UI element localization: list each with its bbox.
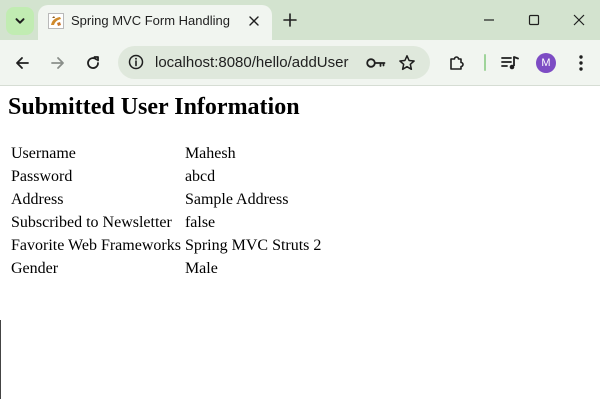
reload-button[interactable]	[81, 51, 105, 75]
field-label: Favorite Web Frameworks	[11, 236, 181, 254]
reload-icon	[87, 56, 99, 69]
profile-avatar[interactable]: M	[536, 53, 556, 73]
page-title: Submitted User Information	[8, 94, 300, 120]
browser-tab[interactable]: Spring MVC Form Handling	[38, 5, 272, 40]
chevron-down-icon	[15, 18, 25, 24]
field-label: Address	[11, 190, 64, 208]
url-text[interactable]: localhost:8080/hello/addUser	[155, 54, 348, 71]
arrow-left-icon	[16, 57, 29, 69]
field-value: Mahesh	[184, 144, 236, 162]
close-icon	[249, 16, 259, 26]
arrow-right-icon	[51, 57, 64, 69]
field-label: Subscribed to Newsletter	[11, 213, 172, 231]
back-button[interactable]	[10, 51, 34, 75]
site-info-button[interactable]	[125, 51, 147, 73]
field-value: abcd	[184, 167, 216, 185]
toolbar-separator	[484, 54, 486, 71]
key-icon	[366, 58, 386, 68]
plus-icon	[283, 13, 297, 27]
table-row: Password abcd	[10, 166, 322, 187]
star-icon	[399, 55, 415, 71]
media-controls-button[interactable]	[498, 51, 522, 75]
tab-strip: Spring MVC Form Handling	[0, 0, 600, 40]
new-tab-button[interactable]	[280, 10, 300, 30]
address-bar[interactable]: localhost:8080/hello/addUser	[118, 46, 430, 79]
tab-search-button[interactable]	[6, 7, 34, 35]
page-viewport: Submitted User Information Username Mahes…	[0, 86, 600, 399]
table-row: Username Mahesh	[10, 143, 322, 164]
puzzle-piece-icon	[450, 56, 464, 70]
field-value: Male	[184, 259, 218, 277]
field-value: Sample Address	[184, 190, 289, 208]
tab-title: Spring MVC Form Handling	[71, 13, 230, 28]
playlist-music-icon	[501, 56, 519, 70]
more-vertical-icon	[579, 55, 583, 71]
minimize-icon	[484, 19, 494, 21]
field-value: false	[184, 213, 216, 231]
info-icon	[128, 54, 144, 70]
browser-menu-button[interactable]	[569, 51, 593, 75]
maximize-button[interactable]	[523, 9, 545, 31]
browser-toolbar: localhost:8080/hello/addUser M	[0, 40, 600, 86]
minimize-button[interactable]	[478, 9, 500, 31]
maximize-icon	[528, 14, 540, 26]
forward-button[interactable]	[46, 51, 70, 75]
table-row: Subscribed to Newsletter false	[10, 212, 322, 233]
close-icon	[573, 14, 585, 26]
field-value: Spring MVC Struts 2	[184, 236, 322, 254]
window-edge	[0, 320, 1, 399]
tab-close-button[interactable]	[245, 12, 263, 30]
table-row: Gender Male	[10, 258, 322, 279]
field-label: Gender	[11, 259, 59, 277]
table-row: Address Sample Address	[10, 189, 322, 210]
user-info-table: Username Mahesh Password abcd Address Sample …	[8, 141, 324, 281]
bookmark-button[interactable]	[396, 52, 418, 74]
table-row: Favorite Web Frameworks Spring MVC Struts…	[10, 235, 322, 256]
tomcat-favicon-icon	[48, 13, 64, 29]
field-label: Password	[11, 167, 73, 185]
password-manager-button[interactable]	[365, 52, 387, 74]
field-label: Username	[11, 144, 76, 162]
extensions-button[interactable]	[445, 51, 469, 75]
window-close-button[interactable]	[568, 9, 590, 31]
